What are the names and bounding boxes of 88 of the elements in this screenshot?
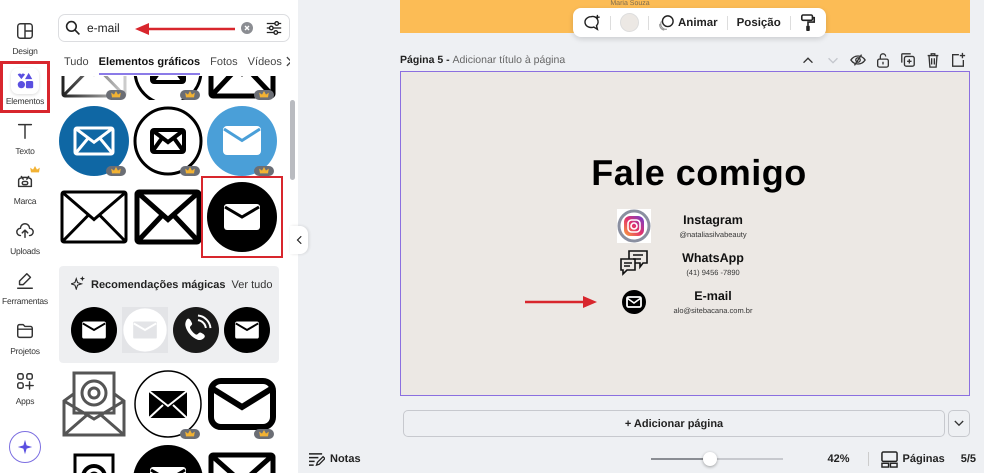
contact-name: E-mail <box>694 289 732 303</box>
zoom-level: 42% <box>827 453 850 465</box>
pages-grid-icon <box>880 450 898 468</box>
crown-icon <box>259 167 269 175</box>
phone-circle-thumbnail[interactable] <box>173 307 219 353</box>
close-icon <box>241 22 253 34</box>
page-count: 5/5 <box>960 453 976 465</box>
crown-icon <box>185 167 195 175</box>
tab[interactable]: Fotos <box>210 56 238 74</box>
envelope-icon <box>59 76 129 100</box>
crown-icon <box>111 91 121 99</box>
envelope-circle-icon <box>133 106 203 176</box>
envelope-circle-icon <box>207 182 277 252</box>
sliders-icon <box>265 19 283 37</box>
envelope-circle-icon <box>59 106 129 176</box>
pen-icon <box>15 271 35 291</box>
text-icon <box>15 121 35 141</box>
sidebar-item[interactable]: Projetos <box>0 312 50 362</box>
scrollbar-thumb[interactable] <box>290 100 295 180</box>
crown-icon <box>185 91 195 99</box>
chevron-right-icon[interactable] <box>286 56 293 66</box>
contact-name: Instagram <box>683 213 743 227</box>
graphic-thumbnail[interactable] <box>133 76 203 100</box>
page-title-field[interactable]: Página 5 - Adicionar título à página <box>400 54 566 66</box>
add-page-menu-button[interactable] <box>948 410 970 437</box>
sparkle-icon <box>17 439 33 455</box>
search-icon <box>65 20 81 36</box>
tab[interactable]: Vídeos <box>248 56 282 74</box>
sidebar-item[interactable]: Apps <box>0 362 50 412</box>
see-all-link[interactable]: Ver tudo <box>232 278 272 290</box>
notes-button[interactable]: Notas <box>308 452 361 466</box>
animate-button[interactable]: Animar <box>658 14 718 30</box>
contact-name: WhatsApp <box>682 251 744 265</box>
layout-icon <box>15 21 35 41</box>
envelope-circle-thumbnail[interactable] <box>224 307 270 353</box>
comment-add-icon[interactable] <box>583 14 601 32</box>
slider-handle[interactable] <box>702 452 717 466</box>
crown-icon <box>30 166 40 174</box>
shapes-icon <box>15 71 35 91</box>
graphic-thumbnail[interactable] <box>207 76 277 100</box>
annotation-arrow <box>525 296 597 308</box>
add-page-button[interactable]: + Adicionar página <box>403 410 945 437</box>
duplicate-icon[interactable] <box>900 52 916 68</box>
sidebar-item[interactable]: Marca <box>0 162 50 212</box>
chevron-left-icon <box>296 235 302 245</box>
eye-slash-icon[interactable] <box>850 52 866 68</box>
tab[interactable]: Elementos gráficos <box>98 56 200 74</box>
crown-icon <box>185 430 195 438</box>
design-heading: Fale comigo <box>591 152 807 194</box>
graphic-thumbnail[interactable] <box>133 106 203 176</box>
chevron-down-icon <box>954 420 964 427</box>
cloud-upload-icon <box>15 221 35 241</box>
sidebar-item[interactable]: Design <box>0 12 50 62</box>
position-button[interactable]: Posição <box>736 16 781 28</box>
trash-icon[interactable] <box>925 52 941 68</box>
scrollbar[interactable] <box>290 0 298 473</box>
crown-icon <box>259 91 269 99</box>
filter-button[interactable] <box>265 19 283 37</box>
sparkles-icon <box>71 276 85 290</box>
folder-icon <box>15 321 35 341</box>
crown-icon <box>111 167 121 175</box>
clear-button[interactable] <box>241 22 253 34</box>
sidebar-item[interactable]: Texto <box>0 112 50 162</box>
envelope-circle-icon <box>207 106 277 176</box>
graphic-thumbnail[interactable] <box>59 106 129 176</box>
camera-logo-icon <box>617 209 651 243</box>
crown-icon <box>259 430 269 438</box>
envelope-circle-thumbnail[interactable] <box>71 307 117 353</box>
magic-button[interactable] <box>9 431 41 463</box>
sidebar-item[interactable]: Uploads <box>0 212 50 262</box>
tab[interactable]: Tudo <box>64 56 89 74</box>
lock-icon[interactable] <box>875 52 891 68</box>
graphic-thumbnail[interactable] <box>207 106 277 176</box>
apps-icon <box>15 371 35 391</box>
paint-roller-icon[interactable] <box>800 14 816 32</box>
sidebar-item[interactable]: Elementos <box>1 62 49 112</box>
envelope-circle-thumbnail[interactable] <box>122 307 168 353</box>
section-title: Recomendações mágicas <box>91 278 226 290</box>
sidebar-item[interactable]: Ferramentas <box>0 262 50 312</box>
pages-button[interactable]: Páginas <box>880 450 945 468</box>
graphic-thumbnail[interactable] <box>59 76 129 100</box>
collapse-handle[interactable] <box>290 226 308 254</box>
notes-icon <box>308 452 325 466</box>
circles-icon <box>658 14 674 30</box>
graphic-thumbnail[interactable] <box>133 369 203 439</box>
add-page-icon[interactable] <box>950 52 966 68</box>
color-swatch[interactable] <box>620 13 639 32</box>
envelope-icon <box>207 76 277 100</box>
